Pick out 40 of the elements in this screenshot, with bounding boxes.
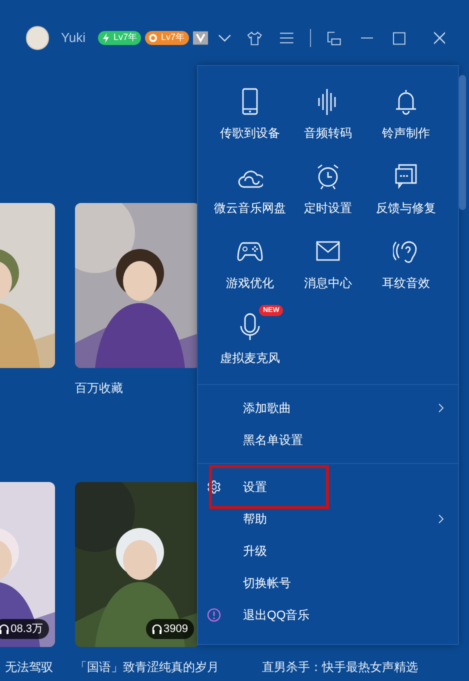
playlist-title[interactable]: 直男杀手：快手最热女声精选 <box>262 658 418 676</box>
menu-item[interactable]: 设置 <box>198 471 458 503</box>
menu-item[interactable]: 添加歌曲 <box>198 392 458 424</box>
user-avatar[interactable] <box>26 26 49 50</box>
mini-mode-icon[interactable] <box>326 30 341 46</box>
maximize-icon[interactable] <box>393 32 406 44</box>
shirt-icon[interactable] <box>247 30 262 46</box>
menu-item[interactable]: 退出QQ音乐 <box>198 599 458 631</box>
tool-button[interactable]: 耳纹音效 <box>367 230 445 292</box>
tool-button[interactable]: 消息中心 <box>289 230 367 292</box>
alarm-clock-icon <box>315 163 341 191</box>
menu-item[interactable]: 黑名单设置 <box>198 424 458 456</box>
menu-item[interactable]: 帮助 <box>198 503 458 535</box>
bell-icon <box>393 88 419 116</box>
menu-item[interactable]: 升级 <box>198 535 458 567</box>
settings-icon <box>207 480 221 494</box>
tool-button[interactable]: 传歌到设备 <box>211 80 289 142</box>
minimize-icon[interactable] <box>360 37 374 39</box>
tool-button[interactable]: 铃声制作 <box>367 80 445 142</box>
headphones-icon <box>0 624 9 634</box>
tool-button[interactable]: 微云音乐网盘 <box>211 155 289 217</box>
play-count: 08.3万 <box>0 619 49 639</box>
tool-button[interactable]: 反馈与修复 <box>367 155 445 217</box>
username-link[interactable]: Yuki <box>60 28 86 48</box>
scrollbar-thumb[interactable] <box>459 75 466 210</box>
close-icon[interactable] <box>434 32 445 44</box>
tool-button[interactable]: 音频转码 <box>289 80 367 142</box>
menu-icon[interactable] <box>280 32 294 44</box>
headphones-icon <box>152 624 162 634</box>
playlist-title[interactable]: 「国语」致青涩纯真的岁月 <box>75 658 219 676</box>
chat-bubble-icon <box>393 163 419 191</box>
warning-icon <box>207 608 221 622</box>
play-count: 3909 <box>146 619 194 639</box>
vip-icon[interactable] <box>192 31 208 45</box>
chevron-down-icon[interactable] <box>218 34 232 42</box>
tool-button[interactable]: 定时设置 <box>289 155 367 217</box>
tool-button[interactable]: 游戏优化 <box>211 230 289 292</box>
playlist-title[interactable]: 百万收藏 <box>75 379 123 397</box>
menu-item[interactable]: 切换帐号 <box>198 567 458 599</box>
playlist-title[interactable]: 无法驾驭 <box>5 658 53 676</box>
